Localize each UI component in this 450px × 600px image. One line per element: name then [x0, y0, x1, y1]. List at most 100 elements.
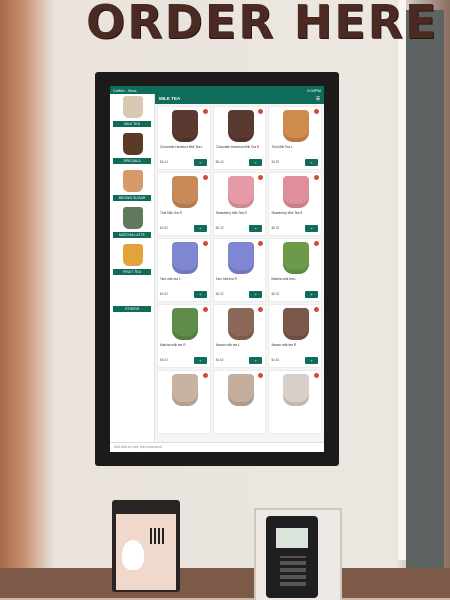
- add-to-cart-button[interactable]: +: [193, 291, 207, 298]
- product-card[interactable]: Matcha milk tea R $5.02 +: [157, 304, 211, 368]
- product-area: MILK TEA ☰ Chocolate Hazelnut Milk Tea L…: [155, 94, 324, 443]
- cup-icon: [123, 207, 143, 229]
- product-name: Chocolate Hazelnut Milk Tea R: [215, 145, 260, 149]
- product-price: $4.92: [215, 292, 224, 296]
- product-name: Matcha milk tea L: [271, 277, 297, 281]
- sidebar-item-label: SPECIALS: [113, 158, 151, 164]
- drink-cup-image: [283, 176, 310, 208]
- status-text: 5:00PM: [307, 87, 321, 93]
- cup-icon: [123, 281, 143, 303]
- badge-icon: [258, 373, 264, 378]
- sidebar-item-6[interactable]: OTHERS: [113, 281, 151, 312]
- category-title: MILK TEA: [159, 96, 181, 101]
- terminal-keypad[interactable]: [280, 556, 306, 586]
- product-card[interactable]: Thai Milk Tea R $4.92 +: [157, 172, 211, 236]
- drink-cup-image: [227, 176, 254, 208]
- product-name: Strawberry Milk Tea R: [215, 211, 247, 215]
- product-name: Taro milk tea R: [215, 277, 237, 281]
- sidebar-item-3[interactable]: BROWN SUGAR: [113, 170, 151, 201]
- product-card[interactable]: Chocolate Hazelnut Milk Tea R $5.42 +: [212, 106, 267, 170]
- sidebar-item-label: BROWN SUGAR: [113, 195, 151, 201]
- sidebar-item-5[interactable]: FRUIT TEA: [113, 244, 151, 275]
- drink-cup-image: [283, 110, 310, 142]
- badge-icon: [202, 307, 208, 312]
- add-to-cart-button[interactable]: +: [249, 291, 263, 298]
- product-name: Thai Milk Tea R: [160, 211, 182, 215]
- menu-icon[interactable]: ☰: [316, 94, 320, 104]
- product-card[interactable]: Strawberry Milk Tea R $5.32 +: [268, 172, 322, 236]
- product-card[interactable]: [212, 370, 267, 434]
- drink-cup-image: [283, 374, 310, 406]
- add-to-cart-button[interactable]: +: [249, 225, 263, 232]
- product-card[interactable]: Matcha milk tea L $5.02 +: [268, 238, 322, 302]
- badge-icon: [314, 373, 319, 378]
- product-card[interactable]: Taro milk tea R $4.92 +: [212, 238, 267, 302]
- pillar-light: [398, 0, 406, 560]
- product-price: $4.92: [160, 226, 168, 230]
- product-card[interactable]: [157, 370, 211, 434]
- product-name: Assam milk tea R: [271, 343, 297, 347]
- product-card[interactable]: Strawberry Milk Tea R $5.32 +: [212, 172, 267, 236]
- product-name: Chocolate Hazelnut Milk Tea L: [160, 145, 203, 149]
- terminal-screen: [276, 528, 308, 548]
- app-title: Coffee - Bros: [113, 87, 137, 93]
- dark-pillar: [406, 10, 444, 570]
- sidebar-item-label: MILK TEA: [113, 121, 151, 127]
- product-card[interactable]: Taro milk tea L $4.92 +: [157, 238, 211, 302]
- add-to-cart-button[interactable]: +: [193, 159, 207, 166]
- bunny-illustration: [122, 540, 144, 570]
- drink-cup-image: [283, 242, 310, 274]
- sidebar-item-4[interactable]: MATCHA LATTE: [113, 207, 151, 238]
- product-name: Assam milk tea L: [215, 343, 240, 347]
- drink-cup-image: [172, 374, 198, 406]
- add-to-cart-button[interactable]: +: [249, 159, 263, 166]
- add-to-cart-button[interactable]: +: [305, 357, 318, 364]
- sidebar-item-label: OTHERS: [113, 306, 151, 312]
- badge-icon: [314, 109, 319, 114]
- add-to-cart-button[interactable]: +: [193, 357, 207, 364]
- screen-footer: Ahh Add to cart, then checkout: [110, 442, 324, 452]
- drink-cup-image: [227, 374, 254, 406]
- add-to-cart-button[interactable]: +: [305, 291, 318, 298]
- floor: [0, 568, 450, 598]
- product-card[interactable]: Assam milk tea R $4.62 +: [268, 304, 322, 368]
- badge-icon: [314, 241, 319, 246]
- badge-icon: [202, 373, 208, 378]
- add-to-cart-button[interactable]: +: [249, 357, 263, 364]
- qr-code[interactable]: [150, 528, 166, 544]
- cup-icon: [123, 96, 143, 118]
- category-sidebar: MILK TEA SPECIALS BROWN SUGAR MATCHA LATTE F…: [110, 94, 155, 443]
- badge-icon: [258, 307, 264, 312]
- badge-icon: [202, 241, 208, 246]
- product-card[interactable]: Thai Milk Tea L $4.92 +: [268, 106, 322, 170]
- sidebar-item-label: FRUIT TEA: [113, 269, 151, 275]
- sidebar-item-label: MATCHA LATTE: [113, 232, 151, 238]
- add-to-cart-button[interactable]: +: [305, 159, 318, 166]
- sidebar-item-1[interactable]: MILK TEA: [113, 96, 151, 127]
- drink-cup-image: [227, 308, 254, 340]
- product-price: $4.92: [160, 292, 168, 296]
- badge-icon: [314, 175, 319, 180]
- add-to-cart-button[interactable]: +: [193, 225, 207, 232]
- drink-cup-image: [172, 110, 198, 142]
- category-header: MILK TEA ☰: [155, 94, 324, 104]
- add-to-cart-button[interactable]: +: [305, 225, 318, 232]
- product-price: $5.32: [271, 226, 280, 230]
- app-topbar: Coffee - Bros 5:00PM: [110, 86, 324, 94]
- product-price: $5.42: [215, 160, 224, 164]
- drink-cup-image: [172, 242, 198, 274]
- product-price: $4.62: [271, 358, 280, 362]
- drink-cup-image: [227, 110, 254, 142]
- badge-icon: [314, 307, 319, 312]
- cup-icon: [123, 244, 143, 266]
- kiosk-screen: Coffee - Bros 5:00PM MILK TEA SPECIALS BRO…: [110, 86, 324, 452]
- product-name: Matcha milk tea R: [160, 343, 186, 347]
- product-name: Taro milk tea L: [160, 277, 181, 281]
- product-card[interactable]: Assam milk tea L $4.62 +: [212, 304, 267, 368]
- product-grid: Chocolate Hazelnut Milk Tea L $5.42 + Choco…: [155, 104, 324, 436]
- order-here-sign: ORDER HERE: [86, 0, 439, 49]
- product-name: Strawberry Milk Tea R: [271, 211, 303, 215]
- sidebar-item-2[interactable]: SPECIALS: [113, 133, 151, 164]
- product-card[interactable]: [268, 370, 322, 434]
- product-card[interactable]: Chocolate Hazelnut Milk Tea L $5.42 +: [157, 106, 211, 170]
